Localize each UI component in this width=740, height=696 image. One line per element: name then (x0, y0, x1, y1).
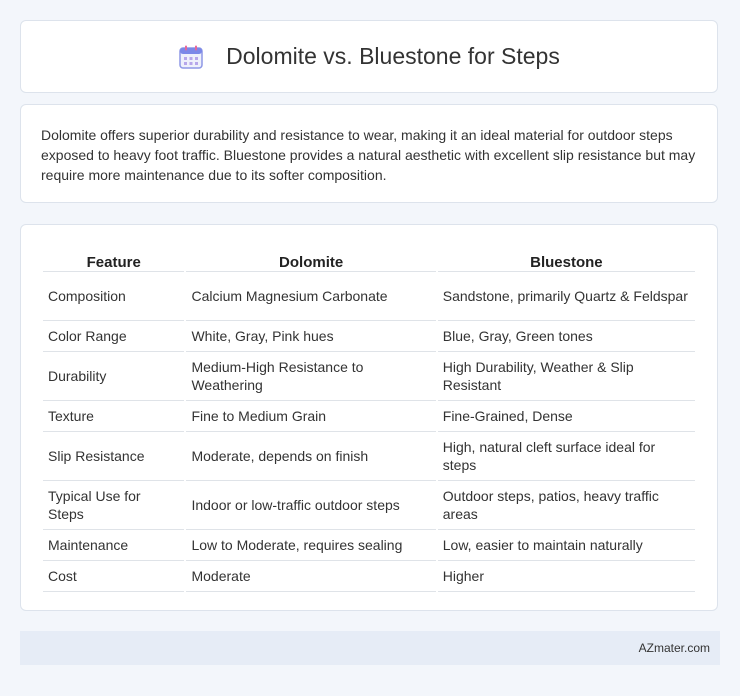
dolomite-cell: White, Gray, Pink hues (186, 321, 436, 352)
summary-text: Dolomite offers superior durability and … (41, 127, 696, 183)
table-row: Maintenance Low to Moderate, requires se… (43, 530, 695, 561)
table-row: Typical Use for Steps Indoor or low-traf… (43, 481, 695, 530)
bluestone-cell: Sandstone, primarily Quartz & Feldspar (437, 272, 695, 321)
feature-cell: Color Range (43, 321, 185, 352)
bluestone-cell: High Durability, Weather & Slip Resistan… (437, 352, 695, 401)
feature-cell: Slip Resistance (43, 432, 185, 481)
title-card: Dolomite vs. Bluestone for Steps (20, 20, 718, 93)
feature-cell: Composition (43, 272, 185, 321)
table-row: Texture Fine to Medium Grain Fine-Graine… (43, 401, 695, 432)
table-header-row: Feature Dolomite Bluestone (43, 245, 695, 272)
dolomite-cell: Indoor or low-traffic outdoor steps (186, 481, 436, 530)
footer: AZmater.com (20, 631, 720, 665)
header-bluestone: Bluestone (437, 245, 695, 272)
feature-cell: Durability (43, 352, 185, 401)
feature-cell: Cost (43, 561, 185, 592)
bluestone-cell: Fine-Grained, Dense (437, 401, 695, 432)
bluestone-cell: Higher (437, 561, 695, 592)
table-row: Color Range White, Gray, Pink hues Blue,… (43, 321, 695, 352)
feature-cell: Maintenance (43, 530, 185, 561)
bluestone-cell: High, natural cleft surface ideal for st… (437, 432, 695, 481)
dolomite-cell: Moderate, depends on finish (186, 432, 436, 481)
bluestone-cell: Blue, Gray, Green tones (437, 321, 695, 352)
calendar-icon (178, 44, 204, 70)
bluestone-cell: Low, easier to maintain naturally (437, 530, 695, 561)
dolomite-cell: Moderate (186, 561, 436, 592)
dolomite-cell: Medium-High Resistance to Weathering (186, 352, 436, 401)
page-title: Dolomite vs. Bluestone for Steps (226, 43, 560, 69)
table-row: Slip Resistance Moderate, depends on fin… (43, 432, 695, 481)
table-row: Cost Moderate Higher (43, 561, 695, 592)
dolomite-cell: Calcium Magnesium Carbonate (186, 272, 436, 321)
table-row: Composition Calcium Magnesium Carbonate … (43, 272, 695, 321)
footer-brand[interactable]: AZmater.com (639, 641, 710, 655)
feature-cell: Typical Use for Steps (43, 481, 185, 530)
dolomite-cell: Fine to Medium Grain (186, 401, 436, 432)
comparison-card: Feature Dolomite Bluestone Composition C… (20, 224, 718, 611)
summary-card: Dolomite offers superior durability and … (20, 104, 718, 203)
comparison-table: Feature Dolomite Bluestone Composition C… (41, 245, 697, 592)
header-feature: Feature (43, 245, 185, 272)
feature-cell: Texture (43, 401, 185, 432)
dolomite-cell: Low to Moderate, requires sealing (186, 530, 436, 561)
header-dolomite: Dolomite (186, 245, 436, 272)
bluestone-cell: Outdoor steps, patios, heavy traffic are… (437, 481, 695, 530)
table-row: Durability Medium-High Resistance to Wea… (43, 352, 695, 401)
